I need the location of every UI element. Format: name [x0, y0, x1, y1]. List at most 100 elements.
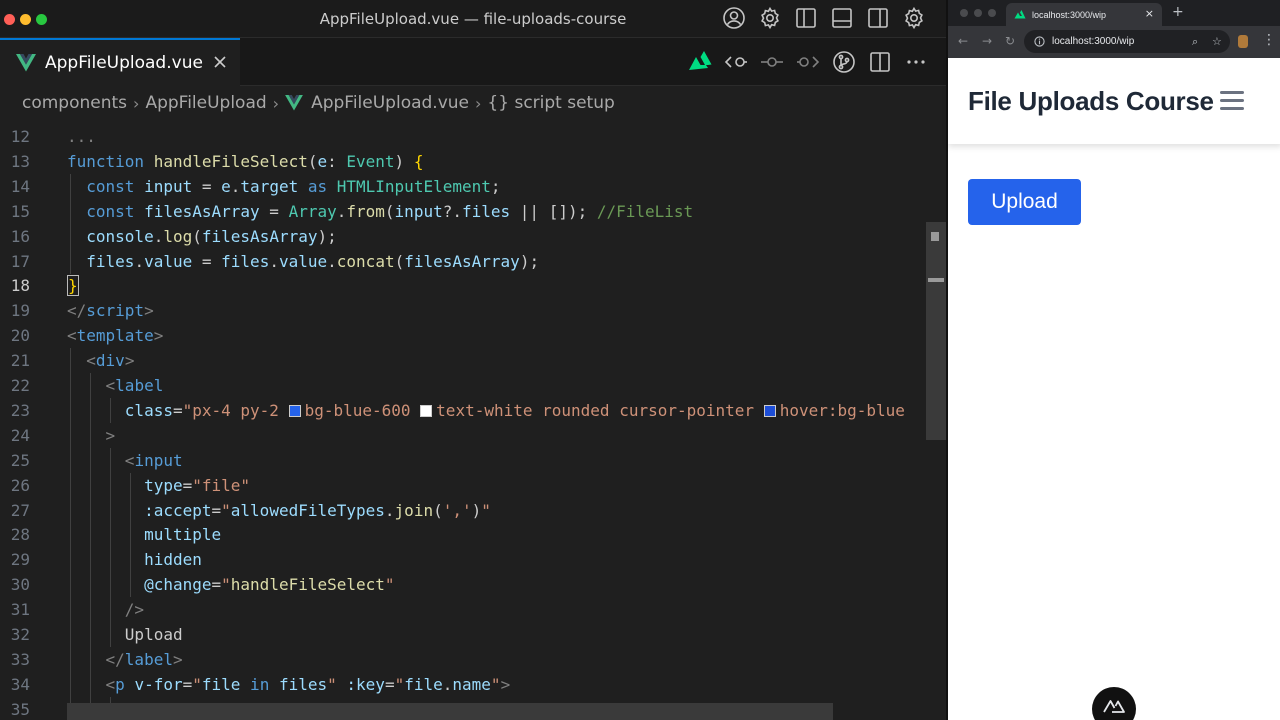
code-text: <label	[67, 373, 164, 398]
code-line[interactable]: 30 @change="handleFileSelect"	[0, 572, 946, 598]
vertical-scrollbar[interactable]	[926, 222, 946, 440]
new-tab-button[interactable]: +	[1172, 5, 1184, 19]
code-line[interactable]: 29 hidden	[0, 547, 946, 573]
split-editor-icon[interactable]	[868, 50, 892, 74]
close-tab-icon[interactable]	[210, 52, 230, 72]
code-line[interactable]: 32 Upload	[0, 622, 946, 647]
code-line[interactable]: 13 function handleFileSelect(e: Event) {	[0, 149, 946, 174]
code-token: "	[384, 575, 395, 595]
code-token: :key	[336, 674, 385, 694]
hamburger-menu-icon[interactable]	[1220, 90, 1244, 110]
color-swatch[interactable]	[288, 404, 301, 417]
code-line[interactable]: 19 </script>	[0, 298, 946, 323]
go-back-icon[interactable]	[724, 50, 748, 74]
code-text: >	[67, 423, 116, 448]
site-info-icon[interactable]	[1034, 36, 1045, 47]
breadcrumb-file[interactable]: AppFileUpload.vue	[311, 93, 469, 113]
timeline-icon[interactable]	[760, 50, 784, 74]
site-title[interactable]: File Uploads Course	[968, 86, 1214, 117]
code-token: Array	[288, 201, 337, 221]
code-token: filesAsArray	[144, 201, 260, 221]
code-line[interactable]: 16 console.log(filesAsArray);	[0, 223, 946, 249]
browser-menu-icon[interactable]: ⋮	[1262, 33, 1276, 47]
horizontal-scrollbar[interactable]	[67, 703, 833, 720]
code-line[interactable]: 26 type="file"	[0, 472, 946, 498]
browser-toolbar: ← → ↻ localhost:3000/wip ⌕ ☆ ⋮	[948, 26, 1280, 58]
code-line[interactable]: 34 <p v-for="file in files" :key="file.n…	[0, 671, 946, 697]
toggle-secondary-sidebar-icon[interactable]	[866, 6, 890, 30]
address-bar[interactable]: localhost:3000/wip ⌕ ☆	[1024, 30, 1230, 53]
toggle-panel-icon[interactable]	[830, 6, 854, 30]
code-text: <p v-for="file in files" :key="file.name…	[67, 672, 511, 697]
code-token: handleFileSelect	[230, 575, 385, 595]
code-line[interactable]: 18}	[0, 273, 946, 298]
back-arrow-icon[interactable]: ←	[958, 35, 968, 47]
code-token: (	[433, 500, 443, 520]
bookmark-star-icon[interactable]: ☆	[1212, 35, 1222, 48]
browser-tab[interactable]: localhost:3000/wip ×	[1006, 3, 1162, 26]
line-number: 33	[10, 649, 30, 669]
breadcrumb-components[interactable]: components	[22, 93, 127, 113]
code-line[interactable]: 12...	[0, 124, 946, 149]
nuxt-icon[interactable]	[688, 50, 712, 74]
code-text: type="file"	[67, 473, 250, 498]
code-line[interactable]: 22 <label	[0, 373, 946, 398]
manage-gear-icon[interactable]	[902, 6, 926, 30]
code-token: "	[490, 674, 501, 694]
line-number: 16	[10, 226, 30, 246]
color-swatch[interactable]	[763, 404, 776, 417]
scrollbar-marker	[928, 278, 944, 282]
zoom-window-button[interactable]	[988, 9, 996, 17]
code-token: as	[298, 176, 337, 196]
code-text: ...	[67, 124, 96, 149]
code-line[interactable]: 24 >	[0, 422, 946, 448]
code-area[interactable]: 12... 13 function handleFileSelect(e: Even…	[0, 124, 946, 720]
code-line[interactable]: 20 <template>	[0, 323, 946, 348]
code-line[interactable]: 17 files.value = files.value.concat(file…	[0, 248, 946, 274]
toggle-primary-sidebar-icon[interactable]	[794, 6, 818, 30]
code-token: "	[192, 674, 202, 694]
code-token: =	[259, 201, 289, 221]
code-line[interactable]: 28 multiple	[0, 522, 946, 548]
close-tab-icon[interactable]: ×	[1145, 8, 1154, 20]
line-number: 20	[10, 326, 30, 346]
source-control-icon[interactable]	[832, 50, 856, 74]
code-line[interactable]: 31 />	[0, 597, 946, 623]
tab-appfileupload-vue[interactable]: AppFileUpload.vue	[0, 38, 240, 86]
code-line[interactable]: 33 </label>	[0, 646, 946, 672]
web-page: File Uploads Course Upload	[948, 58, 1280, 720]
code-token: value	[278, 251, 328, 271]
zoom-icon[interactable]: ⌕	[1192, 35, 1198, 49]
extension-icon[interactable]	[1238, 35, 1248, 48]
code-token: </	[67, 301, 87, 321]
code-line[interactable]: 23 class="px-4 py-2 bg-blue-600 text-whi…	[0, 397, 946, 423]
reload-icon[interactable]: ↻	[1005, 35, 1015, 47]
code-line[interactable]: 27 :accept="allowedFileTypes.join(',')"	[0, 497, 946, 523]
line-number: 32	[10, 625, 30, 644]
breadcrumb-appfileupload-folder[interactable]: AppFileUpload	[145, 93, 266, 113]
code-token: @change	[67, 575, 212, 595]
code-token: filesAsArray	[201, 226, 318, 246]
code-text: function handleFileSelect(e: Event) {	[67, 149, 423, 174]
code-token: console	[67, 226, 154, 246]
minimize-window-button[interactable]	[974, 9, 982, 17]
go-forward-icon[interactable]	[796, 50, 820, 74]
code-line[interactable]: 25 <input	[0, 447, 946, 473]
code-line[interactable]: 21 <div>	[0, 348, 946, 374]
code-token: "	[327, 674, 337, 694]
code-token: files	[221, 251, 270, 271]
code-editor-window: AppFileUpload.vue — file-uploads-course	[0, 0, 946, 720]
code-line[interactable]: 14 const input = e.target as HTMLInputEl…	[0, 173, 946, 199]
upload-button[interactable]: Upload	[968, 179, 1081, 225]
close-window-button[interactable]	[960, 9, 968, 17]
settings-gear-icon[interactable]	[758, 6, 782, 30]
breadcrumb-script-setup[interactable]: {} script setup	[487, 93, 614, 113]
forward-arrow-icon[interactable]: →	[982, 35, 992, 47]
tab-label: AppFileUpload.vue	[45, 53, 203, 73]
line-number: 24	[10, 425, 30, 445]
nuxt-devtools-button[interactable]	[1092, 687, 1136, 720]
more-actions-icon[interactable]	[904, 50, 928, 74]
color-swatch[interactable]	[420, 404, 433, 417]
code-line[interactable]: 15 const filesAsArray = Array.from(input…	[0, 198, 946, 224]
account-icon[interactable]	[722, 6, 746, 30]
